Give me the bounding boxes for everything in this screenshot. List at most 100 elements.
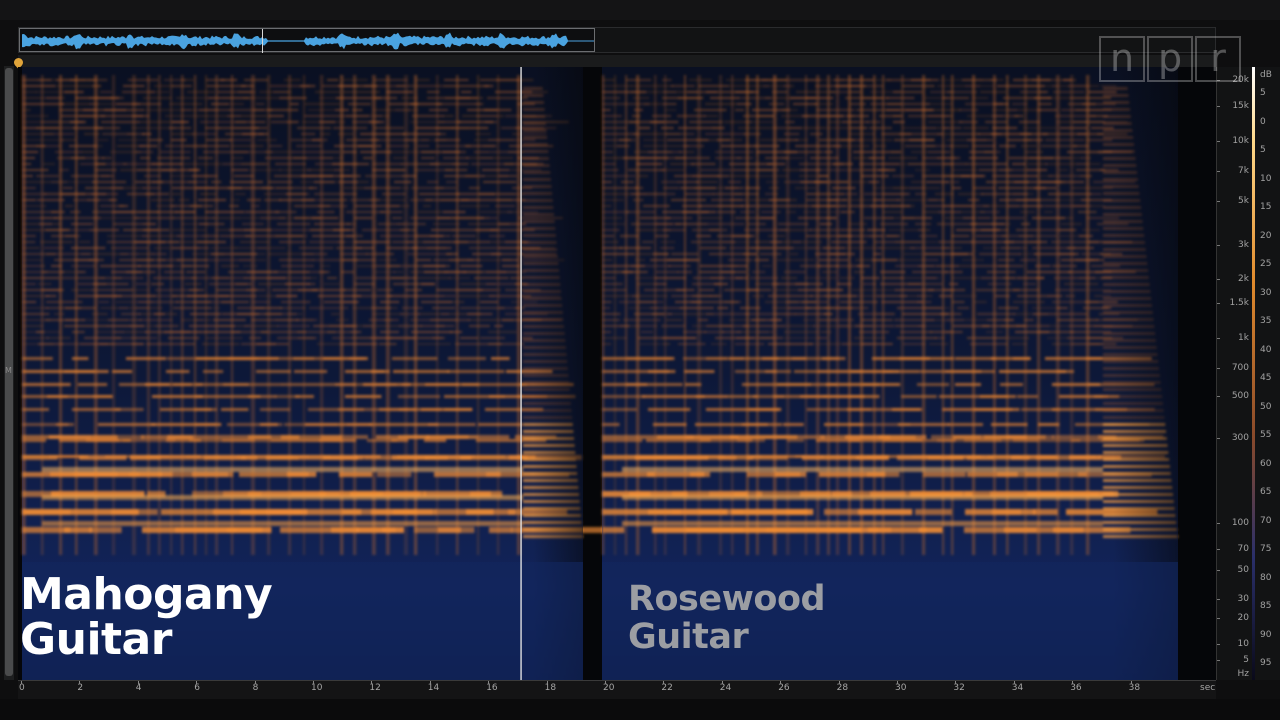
harmonic-streak [943, 205, 989, 207]
harmonic-streak [967, 337, 1006, 339]
frequency-tick-mark [1217, 549, 1220, 550]
harmonic-streak [775, 472, 807, 477]
harmonic-streak [346, 235, 363, 237]
harmonic-streak [46, 337, 71, 339]
harmonic-streak [87, 79, 108, 81]
harmonic-streak [154, 313, 165, 315]
harmonic-streak [336, 319, 349, 321]
harmonic-streak [198, 199, 227, 201]
harmonic-streak [806, 97, 816, 99]
harmonic-streak [602, 115, 622, 117]
harmonic-streak [363, 157, 373, 159]
harmonic-streak [495, 205, 516, 207]
harmonic-streak [189, 289, 205, 291]
harmonic-streak [245, 211, 280, 213]
frequency-tick-mark [1217, 396, 1220, 397]
harmonic-streak [728, 181, 742, 183]
harmonic-streak [602, 235, 615, 237]
harmonic-streak [39, 223, 52, 225]
spectral-editor-window: M 20k 15k 10k 7k 5k 3k 2k 1.5k 1k 700 500 300 100 70 5… [0, 0, 1280, 720]
harmonic-streak [374, 127, 404, 129]
harmonic-streak [823, 395, 852, 398]
harmonic-streak [999, 145, 1016, 147]
harmonic-streak [1053, 91, 1085, 93]
harmonic-streak [698, 217, 723, 219]
db-tick-label: 80 [1260, 572, 1272, 583]
harmonic-streak [1007, 175, 1054, 177]
harmonic-streak [70, 121, 87, 123]
harmonic-streak [849, 91, 860, 93]
harmonic-streak [298, 337, 315, 339]
harmonic-streak [508, 151, 522, 153]
harmonic-streak [1055, 115, 1096, 117]
harmonic-streak [926, 103, 953, 105]
harmonic-streak [886, 235, 900, 237]
harmonic-streak [619, 139, 631, 141]
harmonic-streak [1047, 295, 1059, 297]
harmonic-streak [770, 241, 782, 243]
top-ruler[interactable] [18, 55, 1216, 67]
harmonic-streak [344, 289, 372, 291]
harmonic-streak [345, 325, 355, 327]
harmonic-streak [380, 301, 400, 303]
harmonic-streak [735, 343, 765, 345]
harmonic-streak [633, 199, 644, 201]
harmonic-streak [288, 313, 303, 315]
harmonic-streak [1086, 139, 1113, 141]
harmonic-streak [249, 169, 282, 171]
harmonic-streak [296, 145, 322, 147]
harmonic-streak [1023, 139, 1032, 141]
harmonic-streak [265, 151, 293, 153]
harmonic-streak [682, 205, 702, 207]
harmonic-streak [778, 139, 798, 141]
harmonic-streak [256, 370, 292, 373]
harmonic-streak [926, 277, 937, 279]
harmonic-streak [427, 247, 447, 249]
harmonic-streak [172, 85, 192, 87]
harmonic-streak [635, 325, 658, 327]
harmonic-streak [1006, 435, 1054, 439]
harmonic-streak [227, 527, 272, 533]
harmonic-streak [384, 319, 393, 321]
harmonic-streak [84, 133, 100, 135]
harmonic-streak [968, 199, 980, 201]
waveform-overview[interactable] [18, 27, 1216, 53]
frequency-tick-mark [1217, 171, 1220, 172]
time-tick-mark [780, 681, 782, 684]
harmonic-streak [231, 145, 264, 147]
harmonic-streak [327, 79, 339, 81]
harmonic-streak [988, 283, 1012, 285]
harmonic-streak [414, 277, 451, 279]
time-tick-label: 20 [603, 683, 615, 693]
frequency-tick-mark [1217, 438, 1220, 439]
harmonic-streak [172, 229, 206, 231]
harmonic-streak [690, 472, 711, 477]
harmonic-streak [924, 307, 950, 309]
harmonic-streak [1076, 163, 1101, 165]
time-tick-label: 2 [77, 683, 84, 693]
harmonic-streak [744, 133, 761, 135]
db-tick-label: 85 [1260, 601, 1272, 611]
harmonic-streak [65, 205, 74, 207]
harmonic-streak [374, 115, 383, 117]
harmonic-streak [135, 151, 154, 153]
time-tick-label: 18 [544, 683, 557, 693]
harmonic-streak [1013, 289, 1041, 291]
harmonic-streak [284, 79, 301, 81]
frequency-tick-mark [1217, 570, 1220, 571]
harmonic-streak [432, 307, 456, 309]
harmonic-streak [1045, 139, 1085, 141]
harmonic-streak [268, 115, 284, 117]
overview-visible-range[interactable] [19, 28, 595, 53]
harmonic-streak [315, 91, 341, 93]
harmonic-streak [856, 307, 869, 309]
harmonic-streak [234, 175, 255, 177]
harmonic-streak [602, 408, 637, 411]
frequency-tick-mark [1217, 368, 1220, 369]
db-tick-label: 5 [1260, 88, 1266, 98]
harmonic-streak [108, 193, 119, 195]
harmonic-streak [867, 472, 900, 477]
harmonic-streak [421, 283, 436, 285]
harmonic-streak [22, 163, 32, 165]
harmonic-streak [1023, 127, 1057, 129]
